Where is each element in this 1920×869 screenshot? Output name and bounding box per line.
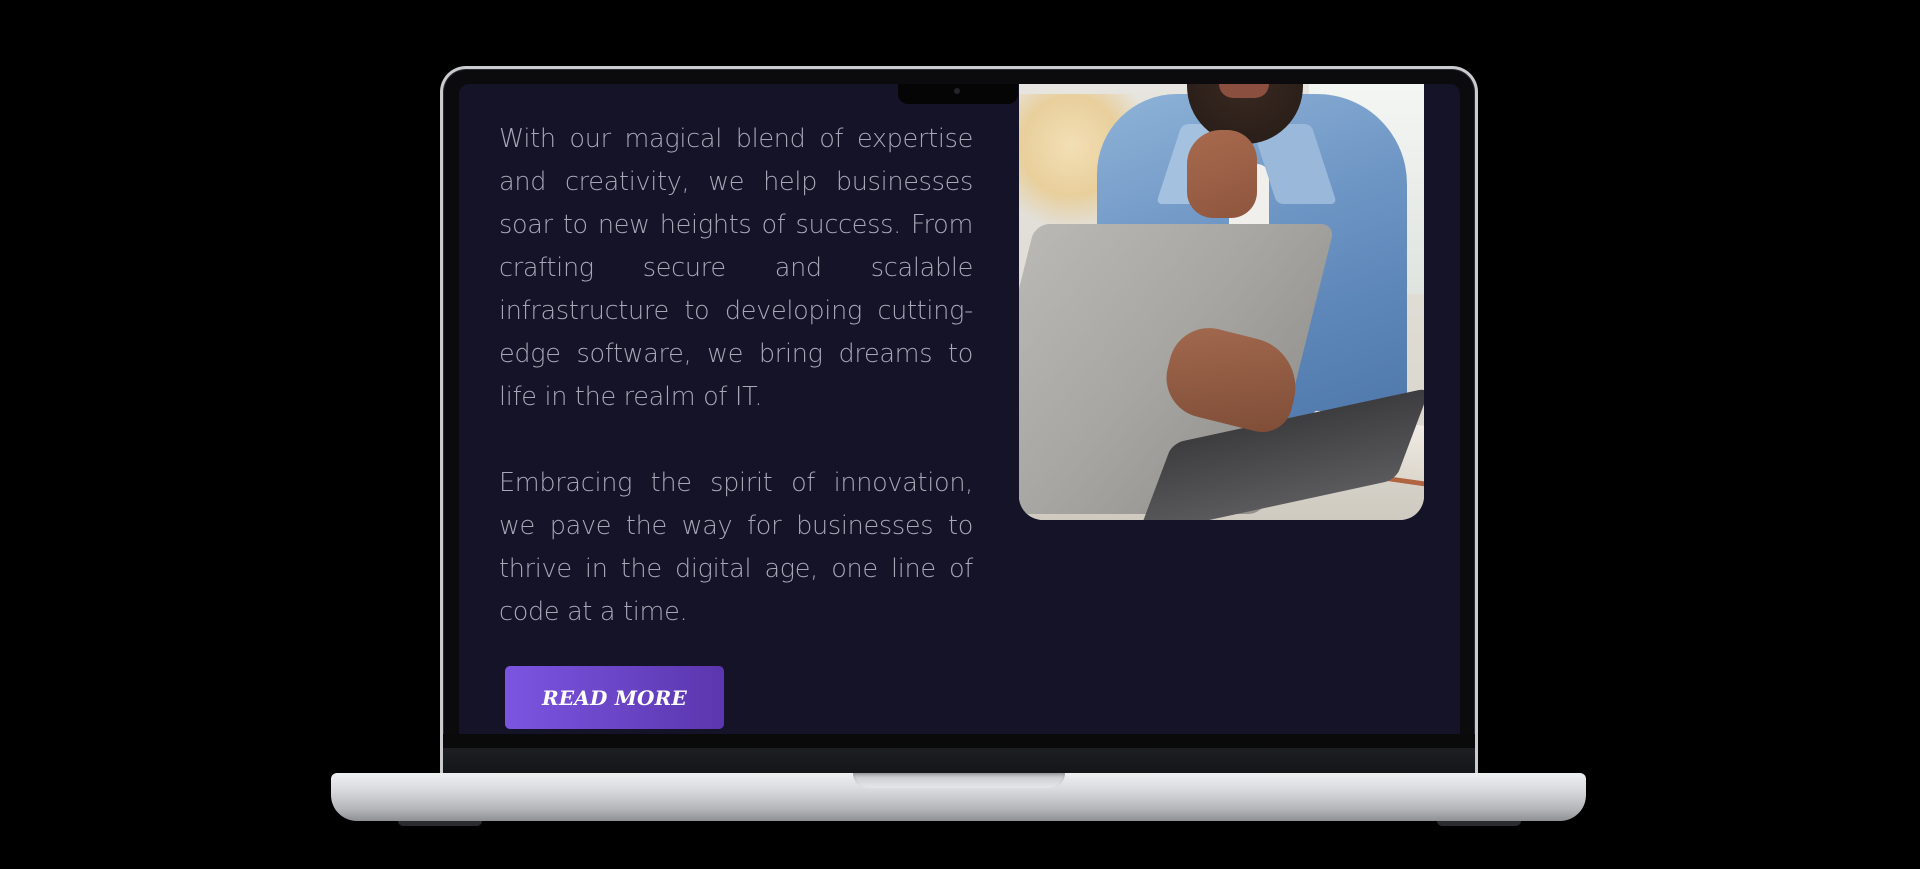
- innovation-paragraph: Embracing the spirit of innovation, we p…: [499, 468, 973, 627]
- camera-notch: [898, 84, 1018, 104]
- hand-on-chin: [1187, 130, 1257, 218]
- laptop-foot-right: [1437, 821, 1521, 826]
- camera-icon: [954, 88, 960, 94]
- intro-paragraph: With our magical blend of expertise and …: [499, 124, 973, 412]
- lips: [1219, 84, 1269, 98]
- laptop-base: [331, 773, 1586, 821]
- thumb-notch: [853, 773, 1065, 788]
- read-more-label: READ MORE: [542, 685, 687, 710]
- hero-photo: [1019, 84, 1424, 520]
- screen-bottom-bezel: [443, 734, 1475, 748]
- laptop-foot-left: [398, 821, 482, 826]
- laptop-screen: With our magical blend of expertise and …: [459, 84, 1460, 734]
- laptop-hinge: [443, 748, 1475, 774]
- read-more-button[interactable]: READ MORE: [505, 666, 724, 729]
